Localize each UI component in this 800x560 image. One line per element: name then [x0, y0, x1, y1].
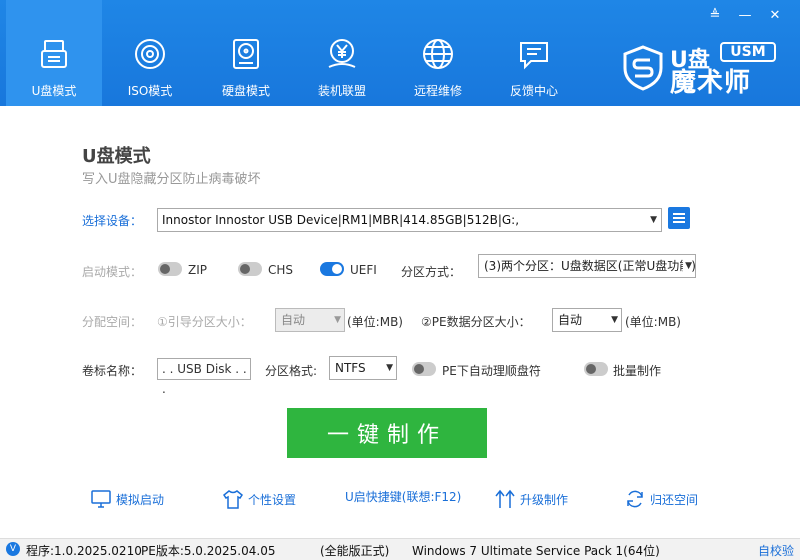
skin-icon[interactable]: ≜	[700, 6, 730, 24]
tab-install-alliance[interactable]: 装机联盟	[294, 0, 390, 106]
logo-name: 魔术师	[670, 68, 752, 98]
tab-iso-mode[interactable]: ISO模式	[102, 0, 198, 106]
shield-s-logo-icon	[623, 45, 663, 91]
tab-label: 硬盘模式	[221, 84, 270, 98]
boot-hotkey-label: U启快捷键(联想:F12)	[345, 490, 462, 504]
simulate-boot-label: 模拟启动	[116, 492, 165, 507]
batch-make-toggle[interactable]	[584, 362, 608, 376]
chat-icon	[516, 36, 552, 72]
tab-label: 装机联盟	[317, 84, 366, 98]
tab-hard-disk-mode[interactable]: 硬盘模式	[198, 0, 294, 106]
page-subtitle: 写入U盘隐藏分区防止病毒破坏	[82, 172, 261, 187]
self-check-link[interactable]: 自校验	[758, 542, 794, 559]
monitor-icon	[91, 490, 111, 508]
restore-space-button[interactable]: 归还空间	[624, 488, 698, 510]
chevron-down-icon: ▼	[650, 215, 657, 225]
one-key-make-button[interactable]: 一键制作	[287, 408, 487, 458]
boot-partition-size-select[interactable]: 自动 ▼	[275, 308, 345, 332]
batch-make-label: 批量制作	[613, 364, 662, 378]
window-controls: ≜ — ✕	[700, 6, 790, 24]
unit-mb-label-1: (单位:MB)	[347, 315, 403, 329]
pe-partition-size-label: ②PE数据分区大小：	[421, 315, 531, 329]
close-button[interactable]: ✕	[760, 6, 790, 24]
upgrade-make-label: 升级制作	[520, 492, 569, 507]
file-system-select[interactable]: NTFS ▼	[329, 356, 397, 380]
header-bar: ≜ — ✕ U盘模式 ISO模式 硬盘模式 装机联盟 远程维修 反馈中心 USM…	[0, 0, 800, 106]
status-bar: V 程序:1.0.2025.0210 PE版本:5.0.2025.04.05 (…	[0, 538, 800, 560]
tab-remote-repair[interactable]: 远程维修	[390, 0, 486, 106]
allocate-space-label: 分配空间：	[82, 315, 143, 329]
refresh-icon	[627, 490, 643, 508]
disc-icon	[132, 36, 168, 72]
zip-toggle[interactable]	[158, 262, 182, 276]
pe-partition-size-select[interactable]: 自动 ▼	[552, 308, 622, 332]
tshirt-icon	[222, 490, 244, 509]
device-select[interactable]: Innostor Innostor USB Device|RM1|MBR|414…	[157, 208, 662, 232]
chevron-down-icon: ▼	[609, 309, 618, 331]
file-system-label: 分区格式:	[265, 364, 318, 378]
zip-label: ZIP	[188, 263, 207, 277]
globe-icon	[420, 36, 456, 72]
tab-label: U盘模式	[31, 84, 77, 98]
partition-mode-label: 分区方式：	[401, 265, 462, 279]
pe-drive-letter-toggle[interactable]	[412, 362, 436, 376]
tab-usb-mode[interactable]: U盘模式	[6, 0, 102, 106]
tab-label: ISO模式	[127, 84, 173, 98]
simulate-boot-button[interactable]: 模拟启动	[90, 488, 164, 510]
boot-partition-size-label: ①引导分区大小：	[157, 315, 252, 329]
pe-version: PE版本:5.0.2025.04.05	[141, 544, 276, 558]
logo-badge: USM	[720, 42, 776, 62]
restore-space-label: 归还空间	[650, 492, 699, 507]
app-logo: USM U盘 魔术师	[618, 40, 780, 98]
device-label: 选择设备：	[82, 214, 143, 228]
chevron-down-icon: ▼	[683, 255, 692, 277]
upgrade-arrows-icon	[495, 489, 515, 508]
pe-partition-size-value: 自动	[558, 313, 583, 327]
partition-mode-value: (3)两个分区：U盘数据区(正常U盘功能)	[484, 259, 696, 273]
volume-label-input[interactable]: . . USB Disk . . .	[157, 358, 251, 396]
uefi-label: UEFI	[350, 263, 377, 277]
hard-disk-icon	[228, 36, 264, 72]
tab-label: 反馈中心	[509, 84, 558, 98]
upgrade-make-button[interactable]: 升级制作	[494, 488, 568, 510]
chs-toggle[interactable]	[238, 262, 262, 276]
device-list-button[interactable]	[668, 207, 690, 229]
pe-drive-letter-label: PE下自动理顺盘符	[442, 364, 541, 378]
edition-label: (全能版正式)	[320, 544, 390, 558]
tab-feedback-center[interactable]: 反馈中心	[486, 0, 582, 106]
chevron-down-icon: ▼	[332, 309, 341, 331]
boot-mode-label: 启动模式：	[82, 265, 143, 279]
personal-settings-label: 个性设置	[248, 492, 297, 507]
usb-drive-icon	[36, 36, 72, 72]
unit-mb-label-2: (单位:MB)	[625, 315, 681, 329]
volume-label-label: 卷标名称：	[82, 364, 143, 378]
boot-hotkey-link[interactable]: U启快捷键(联想:F12)	[345, 488, 461, 505]
minimize-button[interactable]: —	[730, 6, 760, 24]
yen-coin-icon	[324, 36, 360, 72]
device-value: Innostor Innostor USB Device|RM1|MBR|414…	[162, 213, 520, 227]
uefi-toggle[interactable]	[320, 262, 344, 276]
version-icon: V	[6, 542, 20, 556]
tab-label: 远程维修	[413, 84, 462, 98]
page-title: U盘模式	[82, 146, 151, 167]
chevron-down-icon: ▼	[384, 357, 393, 379]
personal-settings-button[interactable]: 个性设置	[222, 488, 296, 510]
program-version: 程序:1.0.2025.0210	[26, 544, 142, 558]
chs-label: CHS	[268, 263, 294, 277]
file-system-value: NTFS	[335, 361, 366, 375]
partition-mode-select[interactable]: (3)两个分区：U盘数据区(正常U盘功能) ▼	[478, 254, 696, 278]
boot-partition-size-value: 自动	[281, 313, 306, 327]
os-info: Windows 7 Ultimate Service Pack 1(64位)	[412, 544, 660, 558]
